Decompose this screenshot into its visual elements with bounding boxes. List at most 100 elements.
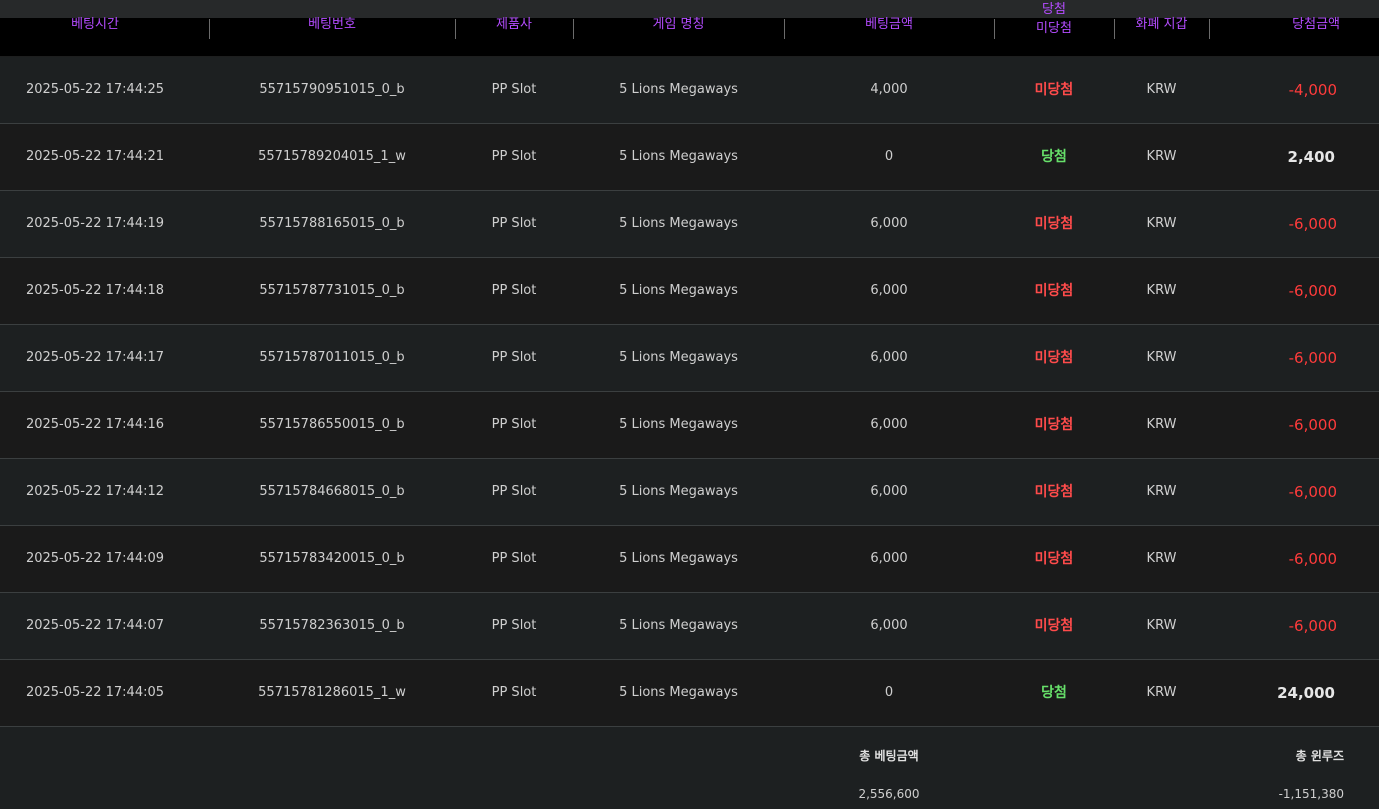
bet-amount-cell: 6,000 [870, 484, 908, 499]
table-row[interactable]: 2025-05-22 17:44:09 55715783420015_0_b PP … [0, 526, 1379, 593]
wallet-cell: KRW [1146, 82, 1177, 97]
win-amount-cell: 24,000 [1277, 684, 1335, 702]
bet-number-cell: 55715789204015_1_w [258, 149, 406, 164]
result-cell: 미당첨 [1034, 417, 1074, 433]
header-separator [994, 19, 995, 39]
header-bet-amount[interactable]: 베팅금액 [784, 2, 994, 56]
wallet-cell: KRW [1146, 417, 1177, 432]
bet-number-cell: 55715783420015_0_b [259, 551, 405, 566]
game-name-cell: 5 Lions Megaways [619, 82, 738, 97]
win-amount-cell: -6,000 [1288, 483, 1337, 501]
vendor-cell: PP Slot [491, 283, 537, 298]
bet-number-cell: 55715790951015_0_b [259, 82, 405, 97]
game-name-cell: 5 Lions Megaways [619, 283, 738, 298]
game-name-cell: 5 Lions Megaways [619, 417, 738, 432]
vendor-cell: PP Slot [491, 82, 537, 97]
header-bet-time[interactable]: 베팅시간 [0, 2, 190, 56]
vendor-cell: PP Slot [491, 216, 537, 231]
bet-time-cell: 2025-05-22 17:44:21 [25, 149, 165, 164]
header-win-amount-label: 당첨금액 [1292, 17, 1340, 32]
win-amount-cell: -6,000 [1288, 617, 1337, 635]
bet-time-cell: 2025-05-22 17:44:16 [25, 417, 165, 432]
header-separator [1114, 19, 1115, 39]
header-separator [209, 19, 210, 39]
table-row[interactable]: 2025-05-22 17:44:07 55715782363015_0_b PP … [0, 593, 1379, 660]
totals-footer: 총 베팅금액 2,556,600 총 윈루즈 -1,151,380 [0, 727, 1379, 809]
bet-amount-cell: 6,000 [870, 216, 908, 231]
result-cell: 미당첨 [1034, 350, 1074, 366]
bet-number-cell: 55715781286015_1_w [258, 685, 406, 700]
result-cell: 당첨 [1041, 685, 1067, 701]
game-name-cell: 5 Lions Megaways [619, 350, 738, 365]
wallet-cell: KRW [1146, 685, 1177, 700]
bet-amount-cell: 6,000 [870, 350, 908, 365]
header-bet-number[interactable]: 베팅번호 [209, 2, 455, 56]
total-bet-value: 2,556,600 [858, 787, 920, 801]
header-vendor[interactable]: 제품사 [455, 2, 573, 56]
bet-amount-cell: 6,000 [870, 417, 908, 432]
bet-amount-cell: 6,000 [870, 618, 908, 633]
result-cell: 미당첨 [1034, 216, 1074, 232]
table-row[interactable]: 2025-05-22 17:44:18 55715787731015_0_b PP … [0, 258, 1379, 325]
bet-time-cell: 2025-05-22 17:44:05 [25, 685, 165, 700]
table-row[interactable]: 2025-05-22 17:44:05 55715781286015_1_w PP … [0, 660, 1379, 727]
bet-amount-cell: 6,000 [870, 283, 908, 298]
bet-time-cell: 2025-05-22 17:44:25 [25, 82, 165, 97]
result-cell: 미당첨 [1034, 82, 1074, 98]
bet-time-cell: 2025-05-22 17:44:12 [25, 484, 165, 499]
wallet-cell: KRW [1146, 216, 1177, 231]
table-row[interactable]: 2025-05-22 17:44:17 55715787011015_0_b PP … [0, 325, 1379, 392]
table-row[interactable]: 2025-05-22 17:44:12 55715784668015_0_b PP … [0, 459, 1379, 526]
vendor-cell: PP Slot [491, 149, 537, 164]
header-bet-time-label: 베팅시간 [71, 17, 119, 32]
bet-amount-cell: 6,000 [870, 551, 908, 566]
table-header: 베팅시간 베팅번호 제품사 게임 명칭 베팅금액 당첨 미당첨 화폐 지갑 당첨… [0, 2, 1379, 56]
bet-time-cell: 2025-05-22 17:44:07 [25, 618, 165, 633]
header-wallet[interactable]: 화폐 지갑 [1114, 2, 1209, 56]
bet-number-cell: 55715786550015_0_b [259, 417, 405, 432]
bet-amount-cell: 4,000 [870, 82, 908, 97]
wallet-cell: KRW [1146, 149, 1177, 164]
table-row[interactable]: 2025-05-22 17:44:25 55715790951015_0_b PP … [0, 57, 1379, 124]
win-amount-cell: -6,000 [1288, 215, 1337, 233]
bet-number-cell: 55715787011015_0_b [259, 350, 405, 365]
table-row[interactable]: 2025-05-22 17:44:19 55715788165015_0_b PP … [0, 191, 1379, 258]
header-result[interactable]: 당첨 미당첨 [994, 2, 1114, 56]
wallet-cell: KRW [1146, 283, 1177, 298]
header-bet-number-label: 베팅번호 [308, 17, 356, 32]
header-bet-amount-label: 베팅금액 [865, 17, 913, 32]
header-separator [1209, 19, 1210, 39]
table-row[interactable]: 2025-05-22 17:44:21 55715789204015_1_w PP … [0, 124, 1379, 191]
total-bet-label: 총 베팅금액 [859, 749, 919, 763]
table-row[interactable]: 2025-05-22 17:44:16 55715786550015_0_b PP … [0, 392, 1379, 459]
total-winloss-label: 총 윈루즈 [1295, 749, 1344, 763]
bet-time-cell: 2025-05-22 17:44:09 [25, 551, 165, 566]
bet-time-cell: 2025-05-22 17:44:18 [25, 283, 165, 298]
header-game[interactable]: 게임 명칭 [573, 2, 784, 56]
game-name-cell: 5 Lions Megaways [619, 484, 738, 499]
vendor-cell: PP Slot [491, 417, 537, 432]
win-amount-cell: -6,000 [1288, 550, 1337, 568]
header-win-amount[interactable]: 당첨금액 [1209, 2, 1379, 56]
total-winloss-value: -1,151,380 [1278, 787, 1344, 801]
result-cell: 미당첨 [1034, 618, 1074, 634]
bet-amount-cell: 0 [884, 149, 894, 164]
header-separator [573, 19, 574, 39]
bet-time-cell: 2025-05-22 17:44:17 [25, 350, 165, 365]
wallet-cell: KRW [1146, 551, 1177, 566]
game-name-cell: 5 Lions Megaways [619, 149, 738, 164]
bet-time-cell: 2025-05-22 17:44:19 [25, 216, 165, 231]
game-name-cell: 5 Lions Megaways [619, 685, 738, 700]
vendor-cell: PP Slot [491, 551, 537, 566]
bet-number-cell: 55715782363015_0_b [259, 618, 405, 633]
result-cell: 미당첨 [1034, 551, 1074, 567]
win-amount-cell: -4,000 [1288, 81, 1337, 99]
wallet-cell: KRW [1146, 618, 1177, 633]
header-wallet-label: 화폐 지갑 [1135, 17, 1188, 32]
header-result-label: 미당첨 [1036, 21, 1072, 36]
game-name-cell: 5 Lions Megaways [619, 618, 738, 633]
wallet-cell: KRW [1146, 350, 1177, 365]
header-vendor-label: 제품사 [496, 17, 532, 32]
header-separator [455, 19, 456, 39]
vendor-cell: PP Slot [491, 685, 537, 700]
